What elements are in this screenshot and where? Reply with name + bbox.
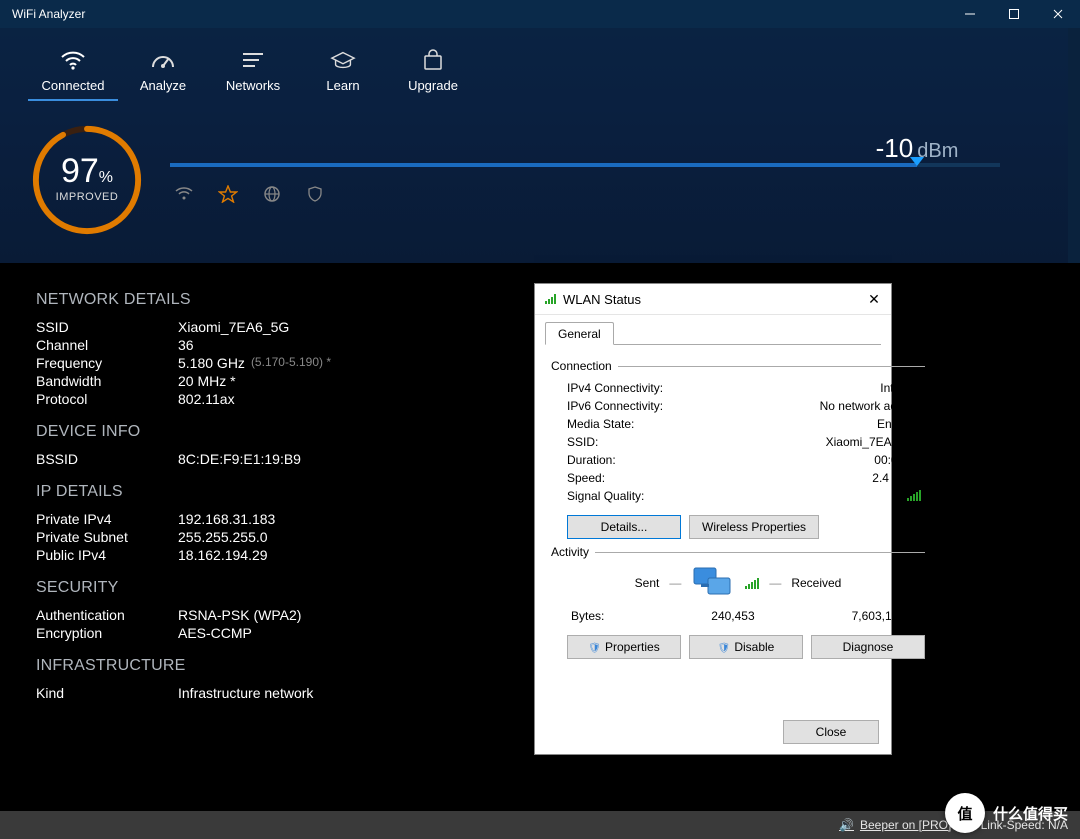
bag-icon [420, 48, 446, 72]
nav-label: Learn [326, 78, 359, 93]
close-button[interactable] [1036, 0, 1080, 28]
speed-label: Speed: [567, 471, 605, 485]
dur-label: Duration: [567, 453, 616, 467]
status-bar: 🔊 Beeper on [PRO] ◐ Link-Speed: N/A [0, 811, 1080, 839]
recv-label: Received [791, 576, 841, 590]
details-button[interactable]: Details... [567, 515, 681, 539]
gauge-icon [150, 48, 176, 72]
freq-value: 5.180 GHz [178, 355, 245, 371]
nav-learn[interactable]: Learn [298, 31, 388, 101]
signal-bars-icon [907, 489, 921, 501]
status-beeper[interactable]: 🔊 Beeper on [PRO] [839, 818, 951, 832]
ssid-label: SSID [36, 319, 178, 335]
sigq-label: Signal Quality: [567, 489, 644, 503]
speed-value: 2.4 Gbps [872, 471, 921, 485]
pubip4-value: 18.162.194.29 [178, 547, 268, 563]
bytes-sent: 240,453 [655, 609, 755, 623]
pip4-label: Private IPv4 [36, 511, 178, 527]
nav-label: Upgrade [408, 78, 458, 93]
window-titlebar: WiFi Analyzer [0, 0, 1080, 28]
tab-general[interactable]: General [545, 322, 614, 345]
properties-button[interactable]: 🛡Properties [567, 635, 681, 659]
auth-value: RSNA-PSK (WPA2) [178, 607, 301, 623]
dur-value: 00:01:42 [874, 453, 921, 467]
enc-value: AES-CCMP [178, 625, 252, 641]
bytes-label: Bytes: [571, 609, 604, 623]
psub-value: 255.255.255.0 [178, 529, 268, 545]
bytes-recv: 7,603,197 [805, 609, 905, 623]
activity-heading: Activity [551, 545, 589, 559]
freq-range: (5.170-5.190) * [245, 355, 331, 371]
graduation-icon [330, 48, 356, 72]
channel-label: Channel [36, 337, 178, 353]
kind-value: Infrastructure network [178, 685, 313, 701]
dialog-titlebar: WLAN Status ✕ [535, 284, 891, 315]
ipv4-value: Internet [880, 381, 921, 395]
enc-label: Encryption [36, 625, 178, 641]
auth-label: Authentication [36, 607, 178, 623]
bssid-value: 8C:DE:F9:E1:19:B9 [178, 451, 301, 467]
list-icon [240, 48, 266, 72]
signal-meter: -10dBm [170, 163, 1000, 167]
proto-value: 802.11ax [178, 391, 235, 407]
connection-icon[interactable] [174, 185, 194, 203]
dlg-ssid-label: SSID: [567, 435, 598, 449]
monitor-icon [691, 565, 735, 601]
summary-band: 97% IMPROVED -10dBm [0, 103, 1080, 263]
ipv4-label: IPv4 Connectivity: [567, 381, 663, 395]
kind-label: Kind [36, 685, 178, 701]
gauge-unit: % [99, 169, 113, 186]
maximize-button[interactable] [992, 0, 1036, 28]
sound-icon: 🔊 [839, 818, 854, 832]
ipv6-label: IPv6 Connectivity: [567, 399, 663, 413]
dialog-close-button[interactable]: ✕ [861, 288, 887, 310]
top-nav: Connected Analyze Networks Learn Upgrade [0, 28, 1080, 103]
nav-label: Networks [226, 78, 280, 93]
nav-label: Connected [42, 78, 105, 93]
wlan-status-dialog: WLAN Status ✕ General Connection IPv4 Co… [534, 283, 892, 755]
minimize-button[interactable] [948, 0, 992, 28]
gauge-value: 97 [61, 152, 99, 190]
status-link: ◐ Link-Speed: N/A [967, 818, 1068, 832]
psub-label: Private Subnet [36, 529, 178, 545]
pubip4-label: Public IPv4 [36, 547, 178, 563]
freq-label: Frequency [36, 355, 178, 371]
window-title: WiFi Analyzer [0, 7, 948, 21]
connection-heading: Connection [551, 359, 612, 373]
gauge-label: IMPROVED [56, 191, 119, 203]
star-icon[interactable] [218, 185, 238, 203]
close-dialog-button[interactable]: Close [783, 720, 879, 744]
nav-networks[interactable]: Networks [208, 31, 298, 101]
nav-upgrade[interactable]: Upgrade [388, 31, 478, 101]
pip4-value: 192.168.31.183 [178, 511, 275, 527]
shield-icon: 🛡 [588, 643, 601, 654]
channel-value: 36 [178, 337, 194, 353]
ssid-value: Xiaomi_7EA6_5G [178, 319, 289, 335]
nav-label: Analyze [140, 78, 186, 93]
signal-icon [545, 293, 557, 305]
media-value: Enabled [877, 417, 921, 431]
quality-gauge: 97% IMPROVED [28, 121, 146, 239]
disable-button[interactable]: 🛡Disable [689, 635, 803, 659]
proto-label: Protocol [36, 391, 178, 407]
gauge-small-icon: ◐ [967, 818, 974, 832]
bw-value: 20 MHz * [178, 373, 236, 389]
media-label: Media State: [567, 417, 634, 431]
sent-label: Sent [635, 576, 660, 590]
wifi-icon [60, 48, 86, 72]
wireless-props-button[interactable]: Wireless Properties [689, 515, 819, 539]
dialog-title: WLAN Status [563, 292, 861, 307]
nav-connected[interactable]: Connected [28, 31, 118, 101]
diagnose-button[interactable]: Diagnose [811, 635, 925, 659]
meter-marker-icon [910, 157, 924, 166]
activity-bars-icon [745, 577, 759, 589]
shield-icon: 🛡 [718, 643, 731, 654]
ipv6-value: No network access [820, 399, 921, 413]
bw-label: Bandwidth [36, 373, 178, 389]
nav-analyze[interactable]: Analyze [118, 31, 208, 101]
globe-icon[interactable] [262, 185, 282, 203]
bssid-label: BSSID [36, 451, 178, 467]
dlg-ssid-value: Xiaomi_7EA6_5G [826, 435, 921, 449]
shield-icon[interactable] [306, 185, 324, 203]
